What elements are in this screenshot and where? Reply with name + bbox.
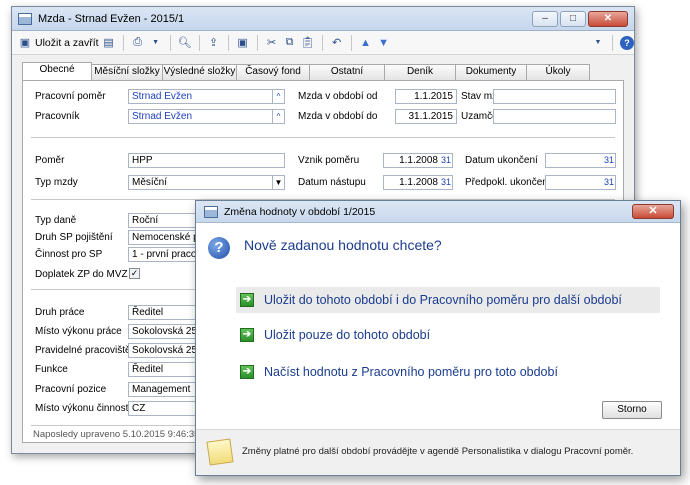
minimize-button[interactable]: – xyxy=(532,11,558,27)
cancel-button[interactable]: Storno xyxy=(602,401,662,419)
save-close-label: Uložit a zavřít xyxy=(35,36,99,49)
toolbar: ▣ Uložit a zavřít ▤ ⎙ ▼ 🔍︎ ⇪ ▣ ✂ ⧉ 📋︎ ↶ … xyxy=(12,31,634,55)
title-bar: Mzda - Strnad Evžen - 2015/1 – □ ✕ xyxy=(12,7,634,31)
dialog-question: Nově zadanou hodnotu chcete? xyxy=(244,237,442,253)
down-arrow-icon[interactable]: ▼ xyxy=(377,36,391,50)
field-stav-mzdy[interactable] xyxy=(493,89,616,104)
label-druh-sp: Druh SP pojištění xyxy=(35,232,113,243)
tab-mesicni-slozky[interactable]: Měsíční složky xyxy=(91,64,163,80)
label-predpokl: Předpokl. ukončení xyxy=(465,177,551,188)
select-icon: ^ xyxy=(272,110,284,123)
calendar-icon: 31 xyxy=(440,155,451,165)
label-funkce: Funkce xyxy=(35,364,68,375)
field-pracovni-pomer[interactable]: Strnad Evžen ^ xyxy=(128,89,285,104)
tab-casovy-fond[interactable]: Časový fond xyxy=(236,64,310,80)
help-icon[interactable]: ? xyxy=(620,35,634,50)
field-uzamceni[interactable] xyxy=(493,109,616,124)
window-title: Mzda - Strnad Evžen - 2015/1 xyxy=(38,12,185,25)
label-pozice: Pracovní pozice xyxy=(35,384,107,395)
option-label: Načíst hodnotu z Pracovního poměru pro t… xyxy=(264,365,558,379)
label-nastup: Datum nástupu xyxy=(298,177,366,188)
export-icon[interactable]: ⇪ xyxy=(207,36,221,50)
dialog-app-icon xyxy=(204,205,218,218)
field-typ-mzdy[interactable]: Měsíční ▼ xyxy=(128,175,285,190)
field-predpokl[interactable]: 31 xyxy=(545,175,616,190)
field-nastup[interactable]: 1.1.2008 31 xyxy=(383,175,453,190)
option-load-from-contract[interactable]: ➔ Načíst hodnotu z Pracovního poměru pro… xyxy=(236,359,660,385)
options-dropdown-icon[interactable]: ▼ xyxy=(591,36,605,50)
label-ukonceni: Datum ukončení xyxy=(465,155,538,166)
field-vznik[interactable]: 1.1.2008 31 xyxy=(383,153,453,168)
save-close-button[interactable]: ▣ Uložit a zavřít ▤ xyxy=(18,36,116,50)
label-pravidelne: Pravidelné pracoviště xyxy=(35,345,131,356)
option-save-period-only[interactable]: ➔ Uložit pouze do tohoto období xyxy=(236,322,660,348)
tab-ostatni[interactable]: Ostatní xyxy=(309,64,385,80)
save-icon: ▣ xyxy=(19,37,31,49)
label-cinnost-sp: Činnost pro SP xyxy=(35,249,103,260)
field-pracovnik[interactable]: Strnad Evžen ^ xyxy=(128,109,285,124)
status-text: Naposledy upraveno 5.10.2015 9:46:35 O xyxy=(33,429,210,440)
field-mzda-do[interactable]: 31.1.2015 xyxy=(395,109,457,124)
question-icon: ? xyxy=(208,237,230,259)
calendar-icon: 31 xyxy=(603,155,614,165)
dialog-footer: Změny platné pro další období provádějte… xyxy=(196,429,680,475)
tab-vysledne-slozky[interactable]: Výsledné složky xyxy=(162,64,237,80)
copy-icon[interactable]: ⧉ xyxy=(283,36,297,50)
label-pomer: Poměr xyxy=(35,155,65,166)
undo-icon[interactable]: ↶ xyxy=(330,36,344,50)
change-value-dialog: Změna hodnoty v období 1/2015 ✕ ? Nově z… xyxy=(195,200,681,476)
calendar-icon: 31 xyxy=(603,177,614,187)
dialog-close-button[interactable]: ✕ xyxy=(632,204,674,219)
preview-icon[interactable]: 🔍︎ xyxy=(178,36,192,50)
doplatek-checkbox[interactable]: ✓ xyxy=(129,268,140,279)
tab-dokumenty[interactable]: Dokumenty xyxy=(455,64,527,80)
label-mzda-do: Mzda v období do xyxy=(298,111,378,122)
green-arrow-icon: ➔ xyxy=(240,365,254,379)
print-icon[interactable]: ⎙ xyxy=(131,36,145,50)
tab-obecne[interactable]: Obecné xyxy=(22,62,92,80)
paste-icon[interactable]: 📋︎ xyxy=(301,36,315,50)
tab-bar: Obecné Měsíční složky Výsledné složky Ča… xyxy=(22,62,624,80)
option-label: Uložit pouze do tohoto období xyxy=(264,328,431,342)
green-arrow-icon: ➔ xyxy=(240,328,254,342)
note-icon xyxy=(206,438,234,466)
up-arrow-icon[interactable]: ▲ xyxy=(359,36,373,50)
label-typ-dane: Typ daně xyxy=(35,215,77,226)
field-pomer[interactable]: HPP xyxy=(128,153,285,168)
label-pracovnik: Pracovník xyxy=(35,111,80,122)
label-pracovni-pomer: Pracovní poměr xyxy=(35,91,106,102)
label-typ-mzdy: Typ mzdy xyxy=(35,177,78,188)
label-mzda-od: Mzda v období od xyxy=(298,91,378,102)
green-arrow-icon: ➔ xyxy=(240,293,254,307)
label-druh-prace: Druh práce xyxy=(35,307,85,318)
field-mzda-od[interactable]: 1.1.2015 xyxy=(395,89,457,104)
label-misto-cinnosti: Místo výkonu činnosti xyxy=(35,403,131,414)
dialog-title: Změna hodnoty v období 1/2015 xyxy=(224,205,376,218)
dialog-note: Změny platné pro další období provádějte… xyxy=(242,446,634,457)
option-save-both[interactable]: ➔ Uložit do tohoto období i do Pracovníh… xyxy=(236,287,660,313)
cut-icon[interactable]: ✂ xyxy=(265,36,279,50)
app-icon xyxy=(18,12,32,25)
tab-ukoly[interactable]: Úkoly xyxy=(526,64,590,80)
select-icon: ^ xyxy=(272,90,284,103)
save-close-icon: ▤ xyxy=(103,37,114,49)
calendar-icon: 31 xyxy=(440,177,451,187)
label-doplatek: Doplatek ZP do MVZ xyxy=(35,269,128,280)
chevron-down-icon: ▼ xyxy=(272,176,284,189)
option-label: Uložit do tohoto období i do Pracovního … xyxy=(264,293,622,307)
dialog-title-bar: Změna hodnoty v období 1/2015 xyxy=(196,201,680,223)
field-ukonceni[interactable]: 31 xyxy=(545,153,616,168)
close-button[interactable]: ✕ xyxy=(588,11,628,27)
maximize-button[interactable]: □ xyxy=(560,11,586,27)
disk-icon[interactable]: ▣ xyxy=(236,36,250,50)
label-vznik: Vznik poměru xyxy=(298,155,360,166)
dropdown-icon[interactable]: ▼ xyxy=(149,36,163,50)
tab-denik[interactable]: Deník xyxy=(384,64,456,80)
label-misto-vykonu: Místo výkonu práce xyxy=(35,326,122,337)
